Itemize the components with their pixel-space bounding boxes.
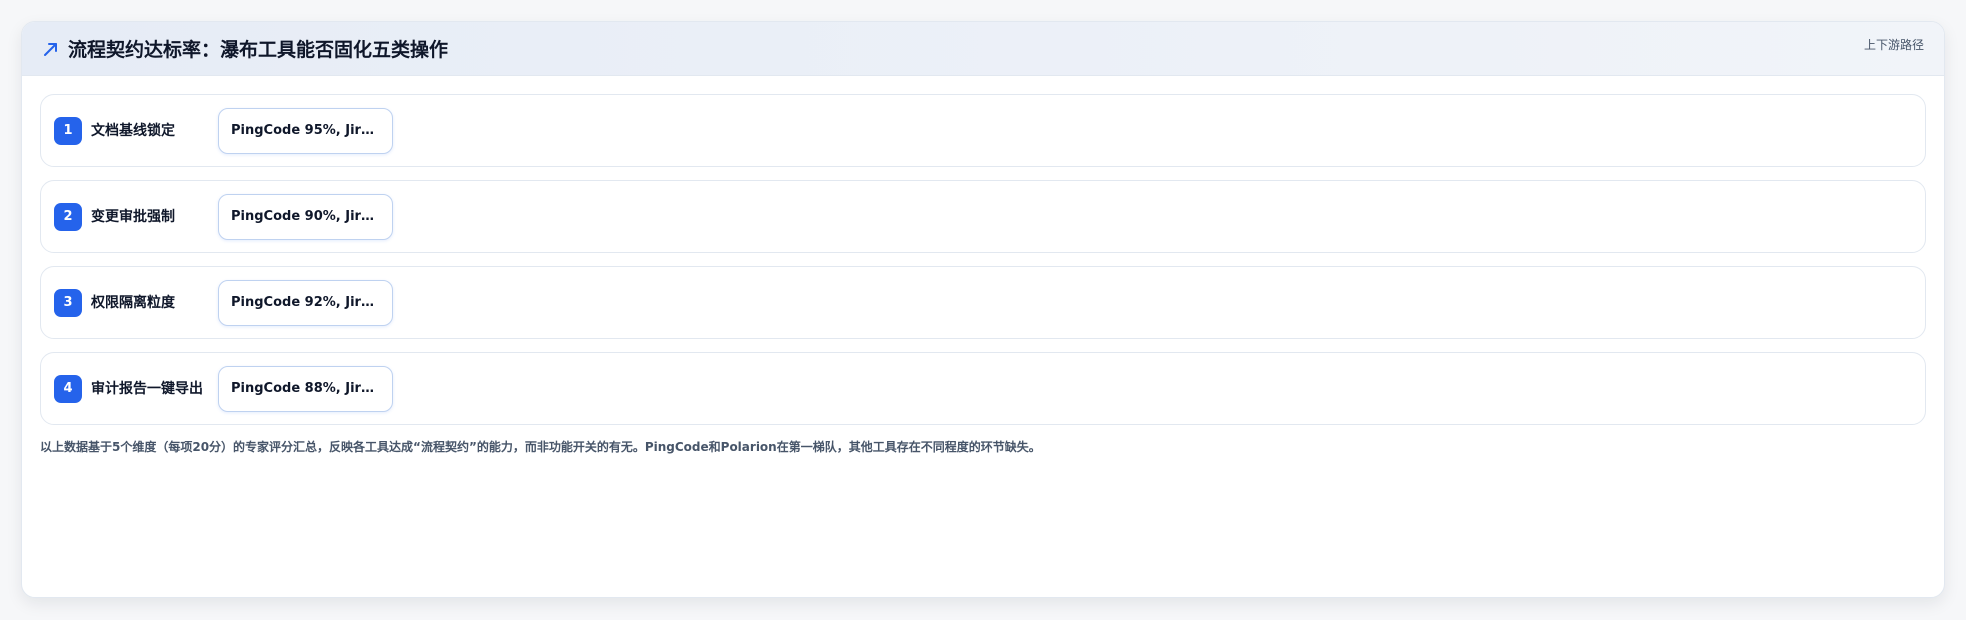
score-text: PingCode 92%, Jira...: [231, 295, 380, 310]
index-badge: 3: [54, 288, 82, 317]
operation-row-2[interactable]: 2 变更审批强制 PingCode 90%, Jira...: [40, 180, 1926, 253]
operation-label: 变更审批强制: [91, 208, 175, 225]
card-title: 流程契约达标率：瀑布工具能否固化五类操作: [68, 39, 449, 61]
contract-compliance-card: 流程契约达标率：瀑布工具能否固化五类操作 上下游路径 1 文档基线锁定 Ping…: [21, 21, 1945, 598]
score-text: PingCode 95%, Jira...: [231, 123, 380, 138]
score-chip[interactable]: PingCode 90%, Jira...: [218, 193, 393, 240]
upstream-downstream-link[interactable]: 上下游路径: [1864, 36, 1924, 53]
score-chip[interactable]: PingCode 95%, Jira...: [218, 107, 393, 154]
operation-label: 审计报告一键导出: [91, 380, 203, 397]
operation-row-1[interactable]: 1 文档基线锁定 PingCode 95%, Jira...: [40, 94, 1926, 167]
operation-list: 1 文档基线锁定 PingCode 95%, Jira... 2 变更审批强制 …: [22, 76, 1944, 425]
index-badge: 2: [54, 202, 82, 231]
score-text: PingCode 90%, Jira...: [231, 209, 380, 224]
card-header: 流程契约达标率：瀑布工具能否固化五类操作 上下游路径: [22, 22, 1944, 76]
index-badge: 4: [54, 374, 82, 403]
index-badge: 1: [54, 116, 82, 145]
score-text: PingCode 88%, Jira...: [231, 381, 380, 396]
operation-row-4[interactable]: 4 审计报告一键导出 PingCode 88%, Jira...: [40, 352, 1926, 425]
operation-row-3[interactable]: 3 权限隔离粒度 PingCode 92%, Jira...: [40, 266, 1926, 339]
score-chip[interactable]: PingCode 92%, Jira...: [218, 279, 393, 326]
score-chip[interactable]: PingCode 88%, Jira...: [218, 365, 393, 412]
operation-label: 权限隔离粒度: [91, 294, 175, 311]
trend-up-icon: [42, 40, 60, 58]
footnote: 以上数据基于5个维度（每项20分）的专家评分汇总，反映各工具达成“流程契约”的能…: [40, 440, 1041, 454]
operation-label: 文档基线锁定: [91, 122, 175, 139]
